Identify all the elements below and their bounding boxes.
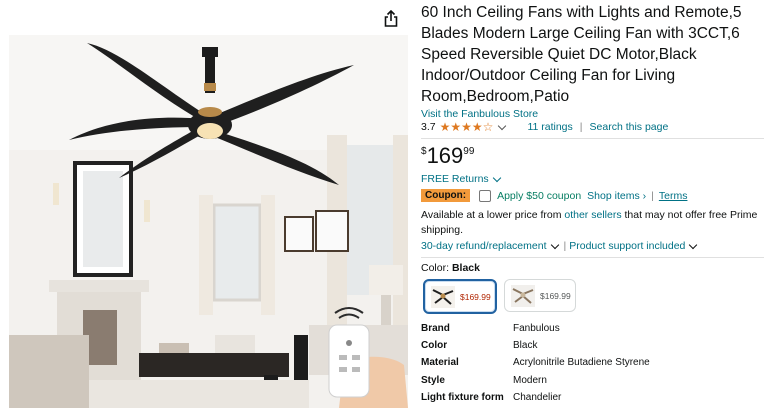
availability-text: Available at a lower price from other se…	[421, 208, 761, 238]
other-sellers-link[interactable]: other sellers	[564, 209, 621, 221]
spec-key: Brand	[421, 323, 450, 334]
spec-value: Black	[513, 340, 538, 351]
refund-row: 30-day refund/replacement | Product supp…	[421, 240, 698, 252]
product-main-image[interactable]	[9, 35, 408, 408]
color-swatch-black[interactable]: $169.99	[423, 279, 497, 314]
divider	[421, 138, 764, 139]
divider	[421, 257, 764, 258]
divider-bar: |	[579, 121, 583, 133]
rating-row: 3.7 ★ ★ ★ ★ ☆ 11 ratings | Search this p…	[421, 121, 668, 133]
product-support-link[interactable]: Product support included	[569, 240, 685, 252]
color-selection: Color: Black	[421, 262, 480, 274]
star-rating[interactable]: ★ ★ ★ ★ ☆	[440, 121, 494, 133]
price: $ 169 99	[421, 143, 474, 169]
spec-key: Material	[421, 357, 459, 368]
free-returns-label: FREE Returns	[421, 173, 489, 185]
swatch-price: $169.99	[460, 291, 491, 302]
color-label: Color:	[421, 262, 450, 274]
spec-row: Color Black	[421, 340, 761, 357]
swatch-thumbnail	[511, 284, 535, 307]
spec-value: Chandelier	[513, 392, 562, 403]
share-icon[interactable]	[383, 9, 399, 28]
spec-key: Color	[421, 340, 448, 351]
star-empty-icon: ☆	[482, 120, 494, 134]
spec-value: Fanbulous	[513, 323, 560, 334]
refund-link[interactable]: 30-day refund/replacement	[421, 240, 547, 252]
swatch-thumbnail	[431, 285, 455, 308]
color-value: Black	[451, 262, 480, 274]
spec-row: Style Modern	[421, 375, 761, 392]
star-half-icon: ★	[471, 120, 483, 134]
swatch-price: $169.99	[540, 290, 571, 301]
shop-items-link[interactable]: Shop items ›	[587, 190, 646, 202]
chevron-down-icon[interactable]	[550, 240, 559, 249]
chevron-down-icon	[492, 173, 501, 182]
price-fraction: 99	[463, 146, 475, 157]
product-title: 60 Inch Ceiling Fans with Lights and Rem…	[421, 4, 742, 105]
spec-key: Style	[421, 375, 445, 386]
terms-link[interactable]: Terms	[659, 190, 688, 202]
spec-row: Material Acrylonitrile Butadiene Styrene	[421, 357, 761, 374]
color-swatch-alt[interactable]: $169.99	[504, 279, 576, 312]
spec-value: Acrylonitrile Butadiene Styrene	[513, 357, 650, 368]
store-link[interactable]: Visit the Fanbulous Store	[421, 108, 538, 120]
spec-value: Modern	[513, 375, 547, 386]
divider-bar: |	[563, 240, 567, 252]
coupon-checkbox[interactable]	[479, 189, 492, 202]
divider-bar: |	[651, 189, 654, 202]
spec-row: Brand Fanbulous	[421, 323, 761, 340]
chevron-down-icon[interactable]	[689, 240, 698, 249]
rating-value: 3.7	[421, 121, 436, 133]
availability-pre: Available at a lower price from	[421, 209, 565, 221]
search-page-link[interactable]: Search this page	[590, 121, 669, 133]
spec-row: Light fixture form Chandelier	[421, 392, 761, 409]
coupon-badge: Coupon:	[421, 189, 471, 202]
coupon-row: Coupon: Apply $50 coupon Shop items › | …	[421, 189, 687, 202]
spec-key: Light fixture form	[421, 392, 504, 403]
apply-coupon-label[interactable]: Apply $50 coupon	[497, 190, 581, 202]
star-icon: ★	[450, 120, 462, 134]
chevron-down-icon[interactable]	[498, 121, 507, 130]
free-returns-link[interactable]: FREE Returns	[421, 173, 501, 185]
star-icon: ★	[439, 120, 451, 134]
star-icon: ★	[461, 120, 472, 134]
price-whole: 169	[426, 143, 464, 168]
ratings-count-link[interactable]: 11 ratings	[527, 121, 572, 133]
